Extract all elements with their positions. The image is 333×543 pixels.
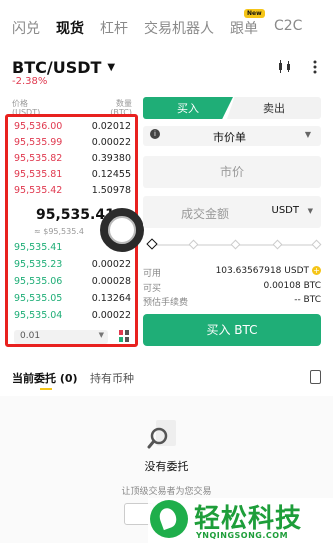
caret-down-icon: ▼ [304, 130, 311, 139]
tab-c2c[interactable]: C2C [274, 18, 302, 52]
tab-flash-swap[interactable]: 闪兑 [12, 18, 40, 52]
orders-tabs: 当前委托 (0) 持有币种 [12, 370, 321, 390]
can-buy-row: 可买 0.00108 BTC [143, 281, 321, 294]
ask-row[interactable]: 95,535.42 1.50978 [14, 185, 131, 201]
bid-price: 95,535.05 [14, 293, 63, 304]
bid-qty: 0.00022 [91, 259, 131, 270]
side-tabs: 买入 卖出 [143, 97, 321, 119]
bid-price: 95,535.41 [14, 242, 63, 253]
fee-label: 预估手续费 [143, 298, 189, 308]
header-actions [277, 60, 317, 74]
touch-indicator [100, 208, 144, 252]
bid-qty: 0.00028 [91, 276, 131, 287]
bid-price: 95,535.23 [14, 259, 63, 270]
bid-qty: 0.13264 [91, 293, 131, 304]
candlestick-icon[interactable] [277, 60, 293, 74]
tab-spot[interactable]: 现货 [56, 18, 84, 52]
bid-price: 95,535.04 [14, 310, 63, 321]
order-history-icon[interactable] [310, 370, 321, 384]
precision-select[interactable]: 0.01 ▼ [14, 330, 108, 344]
slider-node[interactable] [272, 239, 283, 250]
ask-qty: 0.02012 [91, 121, 131, 132]
new-badge: New [244, 9, 265, 18]
active-tab-underline [40, 388, 52, 390]
ask-qty: 1.50978 [91, 185, 131, 196]
bid-row[interactable]: 95,535.04 0.00022 [14, 310, 131, 326]
plus-icon[interactable]: + [312, 266, 321, 275]
slider-node[interactable] [311, 239, 322, 250]
ask-qty: 0.39380 [91, 153, 131, 164]
buy-button[interactable]: 买入 BTC [143, 314, 321, 346]
amount-input[interactable]: 成交金额 USDT ▼ [143, 196, 321, 228]
pair-selector[interactable]: BTC/USDT ▼ [12, 58, 115, 77]
bid-row[interactable]: 95,535.05 0.13264 [14, 293, 131, 309]
slider-node[interactable] [188, 239, 199, 250]
available-value: 103.63567918 USDT + [216, 266, 321, 276]
precision-value: 0.01 [20, 331, 41, 341]
ask-price: 95,535.82 [14, 153, 63, 164]
last-price-fiat: ≈ $95,535.4 [34, 227, 84, 236]
tab-current-orders[interactable]: 当前委托 (0) [12, 370, 78, 386]
order-type-select[interactable]: i 市价单 ▼ [143, 126, 321, 146]
buy-tab[interactable]: 买入 [143, 97, 233, 119]
tab-copy-trading[interactable]: 跟单 New [230, 9, 265, 52]
ask-price: 95,536.00 [14, 121, 63, 132]
amount-unit-select[interactable]: USDT [272, 205, 299, 216]
available-row: 可用 103.63567918 USDT + [143, 266, 321, 279]
price-input[interactable]: 市价 [143, 156, 321, 188]
watermark-url: YNQINGSONG.COM [196, 531, 289, 540]
ask-row[interactable]: 95,536.00 0.02012 [14, 121, 131, 137]
slider-handle[interactable] [146, 238, 158, 250]
ask-price: 95,535.42 [14, 185, 63, 196]
top-tab-bar: 闪兑 现货 杠杆 交易机器人 跟单 New C2C [0, 0, 333, 52]
sell-tab[interactable]: 卖出 [227, 97, 321, 119]
ask-qty: 0.12455 [91, 169, 131, 180]
can-buy-value: 0.00108 BTC [263, 281, 321, 291]
ask-price: 95,535.99 [14, 137, 63, 148]
orderbook-layout-icon[interactable] [119, 330, 129, 342]
tab-trading-bot[interactable]: 交易机器人 [144, 18, 214, 52]
amount-placeholder: 成交金额 [181, 207, 230, 221]
order-type-label: 市价单 [213, 131, 246, 144]
ask-row[interactable]: 95,535.82 0.39380 [14, 153, 131, 169]
watermark: 轻松科技 YNQINGSONG.COM [148, 498, 333, 543]
can-buy-label: 可买 [143, 284, 162, 294]
tab-holdings[interactable]: 持有币种 [90, 370, 134, 386]
bid-price: 95,535.06 [14, 276, 63, 287]
available-label: 可用 [143, 269, 162, 279]
amount-slider[interactable] [146, 238, 322, 250]
pair-name: BTC/USDT [12, 58, 102, 77]
ask-price: 95,535.81 [14, 169, 63, 180]
caret-down-icon: ▼ [307, 207, 313, 215]
search-icon [147, 420, 176, 449]
available-amount: 103.63567918 USDT [215, 266, 309, 276]
watermark-logo-icon [150, 500, 188, 538]
ask-row[interactable]: 95,535.81 0.12455 [14, 169, 131, 185]
fee-value: -- BTC [294, 295, 321, 305]
more-icon[interactable] [313, 60, 317, 74]
empty-subtitle: 让顶级交易者为您交易 [121, 487, 212, 497]
caret-down-icon: ▼ [98, 331, 104, 339]
bid-qty: 0.00022 [91, 310, 131, 321]
tab-margin[interactable]: 杠杆 [100, 18, 128, 52]
fee-row: 预估手续费 -- BTC [143, 295, 321, 308]
ask-row[interactable]: 95,535.99 0.00022 [14, 137, 131, 153]
bid-row[interactable]: 95,535.06 0.00028 [14, 276, 131, 292]
tab-copy-trading-label: 跟单 [230, 21, 258, 37]
slider-node[interactable] [230, 239, 241, 250]
empty-title: 没有委托 [144, 460, 189, 473]
caret-down-icon: ▼ [107, 62, 116, 73]
bid-row[interactable]: 95,535.23 0.00022 [14, 259, 131, 275]
info-icon[interactable]: i [150, 129, 160, 139]
watermark-text: 轻松科技 [194, 504, 303, 534]
ask-qty: 0.00022 [91, 137, 131, 148]
price-change: -2.38% [12, 76, 48, 87]
